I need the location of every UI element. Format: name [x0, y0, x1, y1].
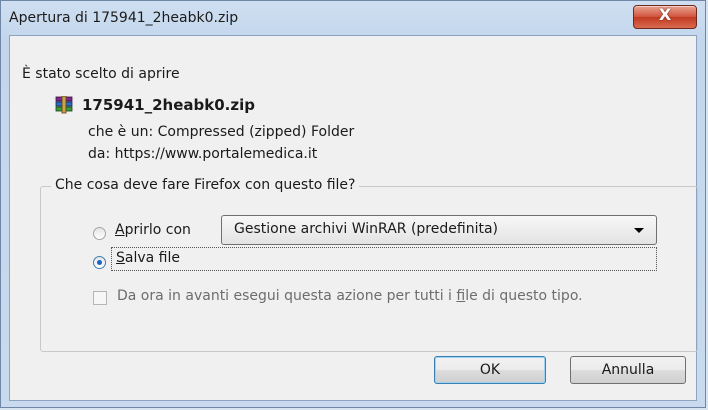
close-button[interactable]: X — [633, 5, 697, 29]
window-title: Apertura di 175941_2heabk0.zip — [9, 10, 239, 26]
dialog-window: Apertura di 175941_2heabk0.zip X È stato… — [0, 0, 706, 408]
chevron-down-icon — [634, 228, 644, 233]
dialog-body: È stato scelto di aprire 175941_2heabk0.… — [9, 35, 698, 401]
app-select-value: Gestione archivi WinRAR (predefinita) — [234, 221, 498, 237]
always-do-checkbox[interactable] — [93, 291, 107, 305]
save-file-option[interactable]: Salva file — [111, 247, 657, 271]
file-source-line: da: https://www.portalemedica.it — [88, 146, 318, 162]
winrar-archive-icon — [54, 95, 74, 114]
close-icon: X — [658, 5, 672, 24]
title-bar[interactable]: Apertura di 175941_2heabk0.zip X — [1, 1, 705, 35]
action-groupbox: Che cosa deve fare Firefox con questo fi… — [40, 177, 698, 352]
open-with-radio[interactable] — [93, 227, 106, 240]
file-type-line: che è un: Compressed (zipped) Folder — [88, 124, 355, 140]
cancel-button[interactable]: Annulla — [570, 356, 686, 384]
always-do-label[interactable]: Da ora in avanti esegui questa azione pe… — [117, 288, 583, 304]
chosen-label: È stato scelto di aprire — [22, 66, 180, 82]
open-with-label[interactable]: Aprirlo con — [115, 222, 191, 238]
app-select-dropdown[interactable]: Gestione archivi WinRAR (predefinita) — [221, 215, 657, 245]
save-file-label: Salva file — [116, 250, 180, 266]
ok-button[interactable]: OK — [434, 356, 546, 384]
group-legend: Che cosa deve fare Firefox con questo fi… — [51, 177, 360, 193]
file-name: 175941_2heabk0.zip — [82, 96, 255, 114]
save-file-radio[interactable] — [93, 256, 106, 269]
